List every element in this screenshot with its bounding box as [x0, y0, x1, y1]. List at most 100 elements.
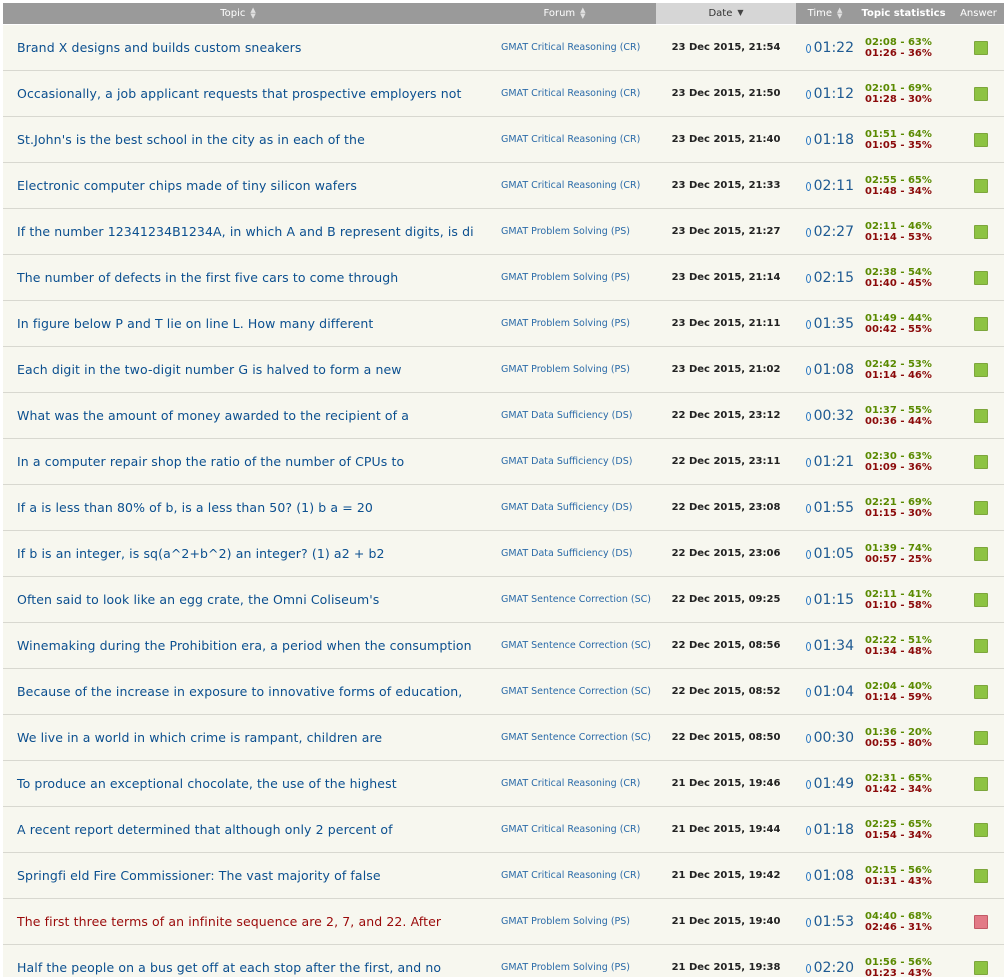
column-header-time[interactable]: Time ▲ ▼: [796, 3, 854, 24]
topic-link[interactable]: In figure below P and T lie on line L. H…: [3, 316, 473, 331]
forum-link[interactable]: GMAT Critical Reasoning (CR): [473, 824, 656, 835]
post-date: 23 Dec 2015, 21:54: [671, 42, 781, 53]
topic-link[interactable]: In a computer repair shop the ratio of t…: [3, 454, 473, 469]
forum-link[interactable]: GMAT Problem Solving (PS): [473, 318, 656, 329]
topic-link[interactable]: A recent report determined that although…: [3, 822, 473, 837]
stat-correct: 02:15 - 56%: [865, 864, 932, 876]
stat-incorrect: 01:34 - 48%: [865, 645, 932, 657]
answer-status-icon[interactable]: [974, 132, 988, 147]
forum-link[interactable]: GMAT Critical Reasoning (CR): [473, 88, 656, 99]
answer-status-icon[interactable]: [974, 868, 988, 883]
forum-link[interactable]: GMAT Critical Reasoning (CR): [473, 134, 656, 145]
forum-link[interactable]: GMAT Critical Reasoning (CR): [473, 42, 656, 53]
stopwatch-icon: [806, 90, 811, 99]
answer-status-icon[interactable]: [974, 270, 988, 285]
stat-incorrect: 01:09 - 36%: [865, 461, 932, 473]
topic-link[interactable]: Brand X designs and builds custom sneake…: [3, 40, 473, 55]
topic-link[interactable]: Winemaking during the Prohibition era, a…: [3, 638, 473, 653]
topic-link[interactable]: The number of defects in the first five …: [3, 270, 473, 285]
column-header-answer-label: Answer: [960, 8, 997, 19]
forum-link[interactable]: GMAT Data Sufficiency (DS): [473, 548, 656, 559]
forum-link[interactable]: GMAT Sentence Correction (SC): [473, 686, 656, 697]
topic-statistics-cell: 01:39 - 74% 00:57 - 25%: [854, 543, 953, 565]
answer-status-icon[interactable]: [974, 822, 988, 837]
stat-correct: 01:49 - 44%: [865, 312, 932, 324]
answer-status-icon[interactable]: [974, 776, 988, 791]
post-date: 23 Dec 2015, 21:11: [671, 318, 781, 329]
forum-link[interactable]: GMAT Data Sufficiency (DS): [473, 410, 656, 421]
time-value: 01:04: [813, 683, 854, 700]
time-cell: 01:12: [796, 86, 854, 102]
table-row: Brand X designs and builds custom sneake…: [3, 25, 1004, 71]
topic-link[interactable]: If the number 12341234B1234A, in which A…: [3, 224, 473, 239]
stopwatch-icon: [806, 228, 811, 237]
forum-link[interactable]: GMAT Problem Solving (PS): [473, 364, 656, 375]
topic-link[interactable]: Each digit in the two-digit number G is …: [3, 362, 473, 377]
answer-status-icon[interactable]: [974, 960, 988, 975]
answer-status-icon[interactable]: [974, 408, 988, 423]
time-value: 01:34: [813, 637, 854, 654]
topic-link[interactable]: If b is an integer, is sq(a^2+b^2) an in…: [3, 546, 473, 561]
forum-link[interactable]: GMAT Data Sufficiency (DS): [473, 456, 656, 467]
topic-link[interactable]: What was the amount of money awarded to …: [3, 408, 473, 423]
post-date: 23 Dec 2015, 21:33: [671, 180, 781, 191]
answer-status-icon[interactable]: [974, 40, 988, 55]
answer-status-icon[interactable]: [974, 914, 988, 929]
answer-status-icon[interactable]: [974, 454, 988, 469]
forum-link[interactable]: GMAT Sentence Correction (SC): [473, 732, 656, 743]
forum-link[interactable]: GMAT Problem Solving (PS): [473, 272, 656, 283]
time-value: 01:22: [813, 39, 854, 56]
forum-link[interactable]: GMAT Sentence Correction (SC): [473, 640, 656, 651]
answer-status-icon[interactable]: [974, 546, 988, 561]
post-date: 22 Dec 2015, 08:56: [671, 640, 781, 651]
sort-updown-icon: ▲ ▼: [837, 6, 843, 20]
answer-status-icon[interactable]: [974, 684, 988, 699]
table-row: The number of defects in the first five …: [3, 255, 1004, 301]
forum-link[interactable]: GMAT Problem Solving (PS): [473, 916, 656, 927]
topic-statistics-page: Topic ▲ ▼ Forum ▲ ▼ Date ▼ Time ▲ ▼ Topic stati…: [0, 0, 1004, 977]
forum-link[interactable]: GMAT Critical Reasoning (CR): [473, 778, 656, 789]
answer-status-icon[interactable]: [974, 224, 988, 239]
table-row: Winemaking during the Prohibition era, a…: [3, 623, 1004, 669]
topic-link[interactable]: Occasionally, a job applicant requests t…: [3, 86, 473, 101]
forum-link[interactable]: GMAT Problem Solving (PS): [473, 962, 656, 973]
answer-status-icon[interactable]: [974, 362, 988, 377]
answer-status-icon[interactable]: [974, 638, 988, 653]
topic-link[interactable]: St.John's is the best school in the city…: [3, 132, 473, 147]
time-value: 01:35: [813, 315, 854, 332]
answer-status-icon[interactable]: [974, 500, 988, 515]
stat-incorrect: 01:31 - 43%: [865, 875, 932, 887]
topic-link[interactable]: If a is less than 80% of b, is a less th…: [3, 500, 473, 515]
table-row: Each digit in the two-digit number G is …: [3, 347, 1004, 393]
column-header-forum[interactable]: Forum ▲ ▼: [473, 3, 656, 24]
sort-down-icon: ▼: [737, 8, 744, 17]
topic-link[interactable]: Springfi eld Fire Commissioner: The vast…: [3, 868, 473, 883]
column-header-topic-label: Topic: [220, 8, 246, 19]
forum-link[interactable]: GMAT Problem Solving (PS): [473, 226, 656, 237]
column-header-topic[interactable]: Topic ▲ ▼: [3, 3, 473, 24]
answer-status-icon[interactable]: [974, 592, 988, 607]
topic-link[interactable]: Often said to look like an egg crate, th…: [3, 592, 473, 607]
answer-status-icon[interactable]: [974, 730, 988, 745]
answer-cell: [953, 178, 1004, 193]
topic-link[interactable]: To produce an exceptional chocolate, the…: [3, 776, 473, 791]
answer-status-icon[interactable]: [974, 178, 988, 193]
answer-cell: [953, 40, 1004, 55]
column-header-date[interactable]: Date ▼: [656, 3, 796, 24]
answer-status-icon[interactable]: [974, 86, 988, 101]
topic-link[interactable]: Because of the increase in exposure to i…: [3, 684, 473, 699]
forum-link[interactable]: GMAT Critical Reasoning (CR): [473, 180, 656, 191]
answer-status-icon[interactable]: [974, 316, 988, 331]
forum-link[interactable]: GMAT Critical Reasoning (CR): [473, 870, 656, 881]
topic-link[interactable]: Electronic computer chips made of tiny s…: [3, 178, 473, 193]
topic-link[interactable]: We live in a world in which crime is ram…: [3, 730, 473, 745]
stat-incorrect: 01:14 - 59%: [865, 691, 932, 703]
time-cell: 01:04: [796, 684, 854, 700]
forum-link[interactable]: GMAT Data Sufficiency (DS): [473, 502, 656, 513]
forum-link[interactable]: GMAT Sentence Correction (SC): [473, 594, 656, 605]
post-date: 21 Dec 2015, 19:46: [671, 778, 781, 789]
topic-link[interactable]: Half the people on a bus get off at each…: [3, 960, 473, 975]
post-date: 21 Dec 2015, 19:38: [671, 962, 781, 973]
topic-statistics-cell: 02:42 - 53% 01:14 - 46%: [854, 359, 953, 381]
topic-link[interactable]: The first three terms of an infinite seq…: [3, 914, 473, 929]
